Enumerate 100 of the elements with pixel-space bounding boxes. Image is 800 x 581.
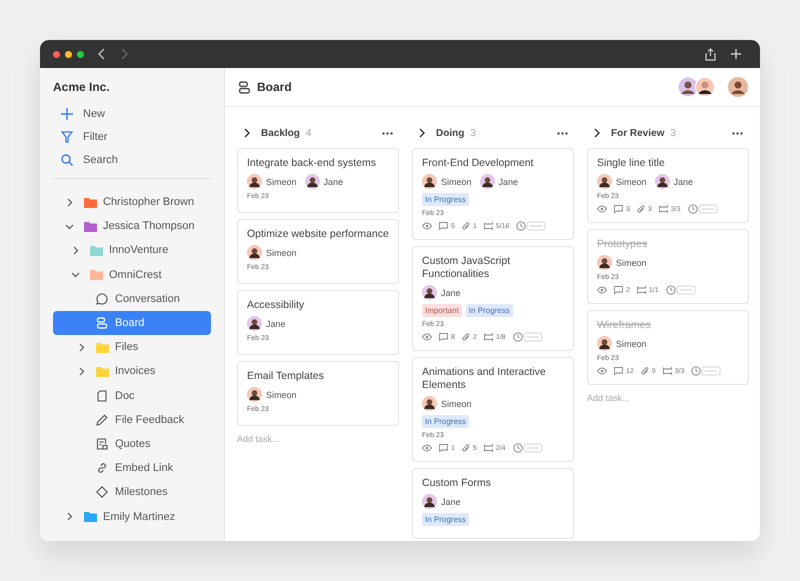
subtask-icon [658,205,668,213]
tree-item[interactable]: Christopher Brown [53,190,211,214]
assignee-name: Jane [498,176,518,186]
tree-item[interactable]: Files [53,335,211,360]
back-icon[interactable] [98,48,106,60]
tree-item[interactable]: Emily Martinez [53,504,211,529]
subtask-icon [484,444,493,452]
tree-item[interactable]: Board [53,310,211,336]
card-title: Integrate back-end systems [247,157,377,170]
chevron-right-icon[interactable] [65,198,74,207]
chevron-right-icon[interactable] [71,246,80,255]
assignee-name: Jane [441,496,461,506]
timer-icon [688,204,718,214]
card-title: Front-End Development [422,157,534,170]
eye-icon [422,444,432,452]
tree-item[interactable]: Conversation [53,286,211,311]
board-icon [96,317,108,330]
card-title: Custom Forms [422,477,492,490]
timer-icon [666,285,696,295]
avatar-icon [480,174,495,189]
link-icon [96,462,108,474]
chevron-right-icon[interactable] [243,128,251,138]
card-title: Custom JavaScript Functionalities [422,255,512,281]
tree-item[interactable]: Doc [53,384,211,408]
search-icon [61,154,73,166]
status-tag: In Progress [422,415,469,428]
assignee-name: Jane [266,318,286,328]
page-title: Board [257,80,292,94]
receipt-icon [96,438,108,450]
tree-item[interactable]: File Feedback [53,408,211,432]
subtask-icon [484,333,493,341]
comment-icon [614,205,623,213]
tree-item[interactable]: OmniCrest [53,262,211,287]
status-tag: Important [422,304,462,317]
avatar-icon [247,174,262,189]
avatar-icon [422,494,437,509]
status-tag: In Progress [466,304,513,317]
assignee-name: Simeon [616,338,647,348]
assignee-name: Simeon [266,176,297,186]
card-count: 4 [306,128,312,138]
add-icon[interactable] [730,48,742,60]
card-title: Prototypes [597,238,648,251]
avatar-icon [247,387,262,402]
close-button[interactable] [53,50,60,58]
sidebar-action[interactable]: New [53,102,211,125]
comment-icon [439,444,448,452]
chevron-right-icon[interactable] [593,128,601,138]
card-title: Optimize website performance [247,228,389,241]
assignee-name: Simeon [266,248,297,258]
minimize-button[interactable] [65,50,72,58]
avatar-icon [422,174,437,189]
paperclip-icon [462,332,470,342]
tree-item[interactable]: Embed Link [53,456,211,480]
avatar-icon [422,285,437,300]
eye-icon [597,205,607,213]
paperclip-icon [640,366,649,376]
avatar-icon [422,396,437,411]
chevron-right-icon[interactable] [77,366,86,376]
card-count: 3 [670,128,676,138]
sidebar-action[interactable]: Filter [53,125,211,148]
chevron-right-icon[interactable] [65,512,74,522]
tree-item[interactable]: Jessica Thompson [53,214,211,238]
tree-item[interactable]: Milestones [53,480,211,504]
tree-item[interactable]: Invoices [53,359,211,384]
more-icon[interactable] [732,132,743,134]
paperclip-icon [462,222,470,230]
timer-icon [516,221,546,231]
filter-icon [61,130,73,142]
pencil-icon [96,414,108,426]
avatar-icon[interactable] [728,77,748,97]
chevron-down-icon[interactable] [65,222,74,231]
sidebar-action[interactable]: Search [53,148,211,171]
card-title: Single line title [597,157,666,170]
task-card[interactable]: Custom Forms Jane In Progress [412,468,574,539]
comment-icon [614,367,623,375]
eye-icon [422,222,432,230]
avatar-icon [597,174,612,189]
workspace-name: Acme Inc. [53,80,111,94]
more-icon[interactable] [557,132,568,134]
more-icon[interactable] [382,132,393,134]
zoom-button[interactable] [77,50,84,58]
assignee-name: Jane [674,176,694,186]
chevron-right-icon[interactable] [418,128,426,138]
diamond-icon [96,486,108,498]
tree-item[interactable]: InnoVenture [53,238,211,263]
chevron-right-icon[interactable] [77,342,86,352]
avatar-icon [597,336,612,351]
subtask-icon [662,367,672,375]
tree-item[interactable]: Quotes [53,432,211,456]
eye-icon [422,333,432,341]
avatar-icon [304,174,320,189]
share-icon[interactable] [705,48,716,60]
timer-icon [691,366,722,376]
assignee-name: Simeon [616,176,647,186]
assignee-name: Simeon [266,390,297,400]
column-title: For Review [611,128,664,138]
card-title: Accessibility [247,299,306,312]
comment-icon [614,286,623,294]
chevron-down-icon[interactable] [71,270,80,280]
paperclip-icon [462,444,470,452]
